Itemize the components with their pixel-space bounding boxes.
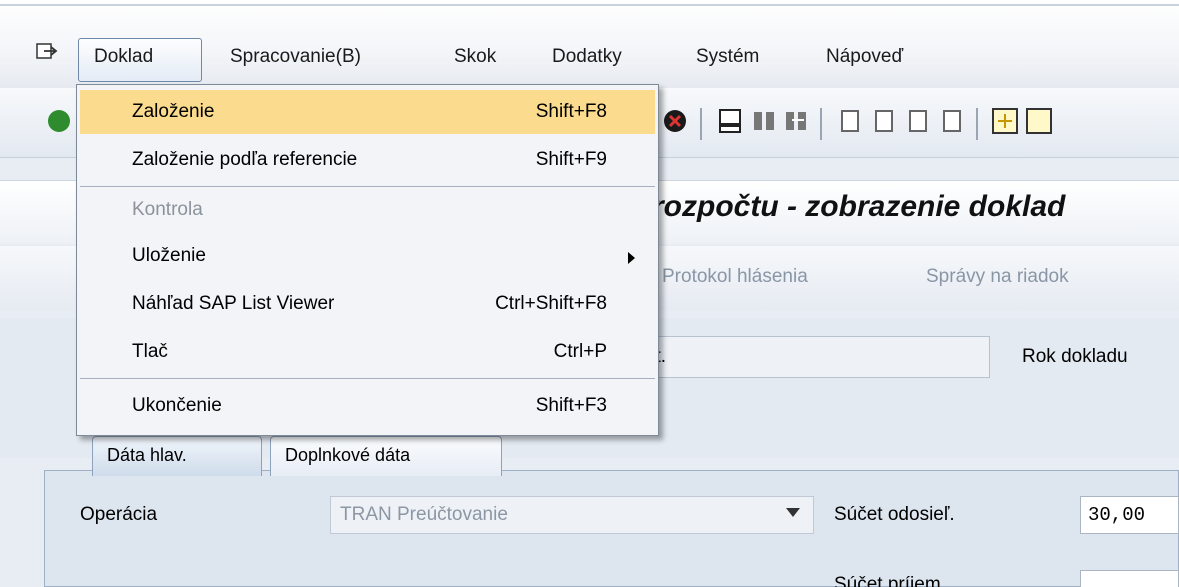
menu-item-label: Uloženie: [132, 245, 206, 266]
find-icon[interactable]: [750, 106, 780, 136]
receiver-sum-field[interactable]: [1080, 570, 1179, 587]
menu-exit-icon[interactable]: [36, 42, 58, 62]
operation-label: Operácia: [80, 504, 158, 525]
operation-value: TRAN Preúčtovanie: [340, 504, 508, 525]
shortcut-icon[interactable]: [1024, 106, 1054, 136]
menu-item-label: Náhľad SAP List Viewer: [132, 293, 335, 314]
sender-sum-value: 30,00: [1088, 504, 1146, 526]
menu-item-zalozenie-podla-referencie[interactable]: Založenie podľa referencie Shift+F9: [80, 138, 655, 182]
toolbar-separator: [820, 108, 822, 140]
menu-item-shortcut: Shift+F8: [535, 101, 607, 122]
menu-item-label: Založenie: [132, 101, 215, 122]
print-icon[interactable]: [716, 106, 746, 136]
menu-item-tlac[interactable]: Tlač Ctrl+P: [80, 330, 655, 374]
page-title: rozpočtu - zobrazenie doklad: [652, 190, 1066, 223]
first-page-icon[interactable]: [834, 106, 864, 136]
menu-item-kontrola: Kontrola: [80, 188, 655, 232]
menu-item-shortcut: Ctrl+Shift+F8: [495, 293, 607, 314]
menu-napoved[interactable]: Nápoveď: [826, 46, 903, 68]
menu-item-shortcut: Shift+F9: [535, 149, 607, 170]
toolbar-separator: [976, 108, 978, 140]
next-page-icon[interactable]: [902, 106, 932, 136]
sender-sum-label: Súčet odosieľ.: [834, 504, 955, 525]
enter-icon[interactable]: [44, 106, 74, 136]
cancel-icon[interactable]: [660, 106, 690, 136]
find-next-icon[interactable]: [782, 106, 812, 136]
protocol-button[interactable]: Protokol hlásenia: [662, 266, 808, 288]
menu-system[interactable]: Systém: [696, 46, 759, 68]
menu-item-ulozenie[interactable]: Uloženie: [80, 234, 655, 278]
submenu-arrow-icon: [628, 252, 635, 264]
menu-item-label: Založenie podľa referencie: [132, 149, 358, 170]
previous-page-icon[interactable]: [868, 106, 898, 136]
new-session-icon[interactable]: [990, 106, 1020, 136]
last-page-icon[interactable]: [936, 106, 966, 136]
menu-item-nahlad-sap-list-viewer[interactable]: Náhľad SAP List Viewer Ctrl+Shift+F8: [80, 282, 655, 326]
tab-header-data[interactable]: Dáta hlav.: [92, 436, 262, 476]
top-rule: [0, 4, 1179, 6]
document-year-label: Rok dokladu: [1022, 346, 1128, 367]
menu-item-label: Tlač: [132, 341, 168, 362]
messages-button[interactable]: Správy na riadok: [926, 266, 1069, 288]
menu-separator: [80, 186, 655, 187]
receiver-sum-label: Súčet príjem.: [834, 574, 946, 587]
menu-dodatky[interactable]: Dodatky: [552, 46, 622, 68]
toolbar-separator: [700, 108, 702, 140]
menu-skok[interactable]: Skok: [454, 46, 496, 68]
menu-spracovanie[interactable]: Spracovanie(B): [230, 46, 361, 68]
menu-item-zalozenie[interactable]: Založenie Shift+F8: [80, 90, 655, 134]
chevron-down-icon[interactable]: [786, 508, 800, 517]
document-number-field[interactable]: [640, 336, 990, 378]
menu-item-label: Kontrola: [132, 199, 203, 220]
menu-item-label: Ukončenie: [132, 395, 222, 416]
tab-additional-data[interactable]: Doplnkové dáta: [270, 436, 502, 476]
menu-separator: [80, 378, 655, 379]
menu-item-ukoncenie[interactable]: Ukončenie Shift+F3: [80, 384, 655, 428]
menu-item-shortcut: Shift+F3: [535, 395, 607, 416]
menu-doklad[interactable]: Doklad: [94, 46, 153, 68]
menu-item-shortcut: Ctrl+P: [553, 341, 607, 362]
